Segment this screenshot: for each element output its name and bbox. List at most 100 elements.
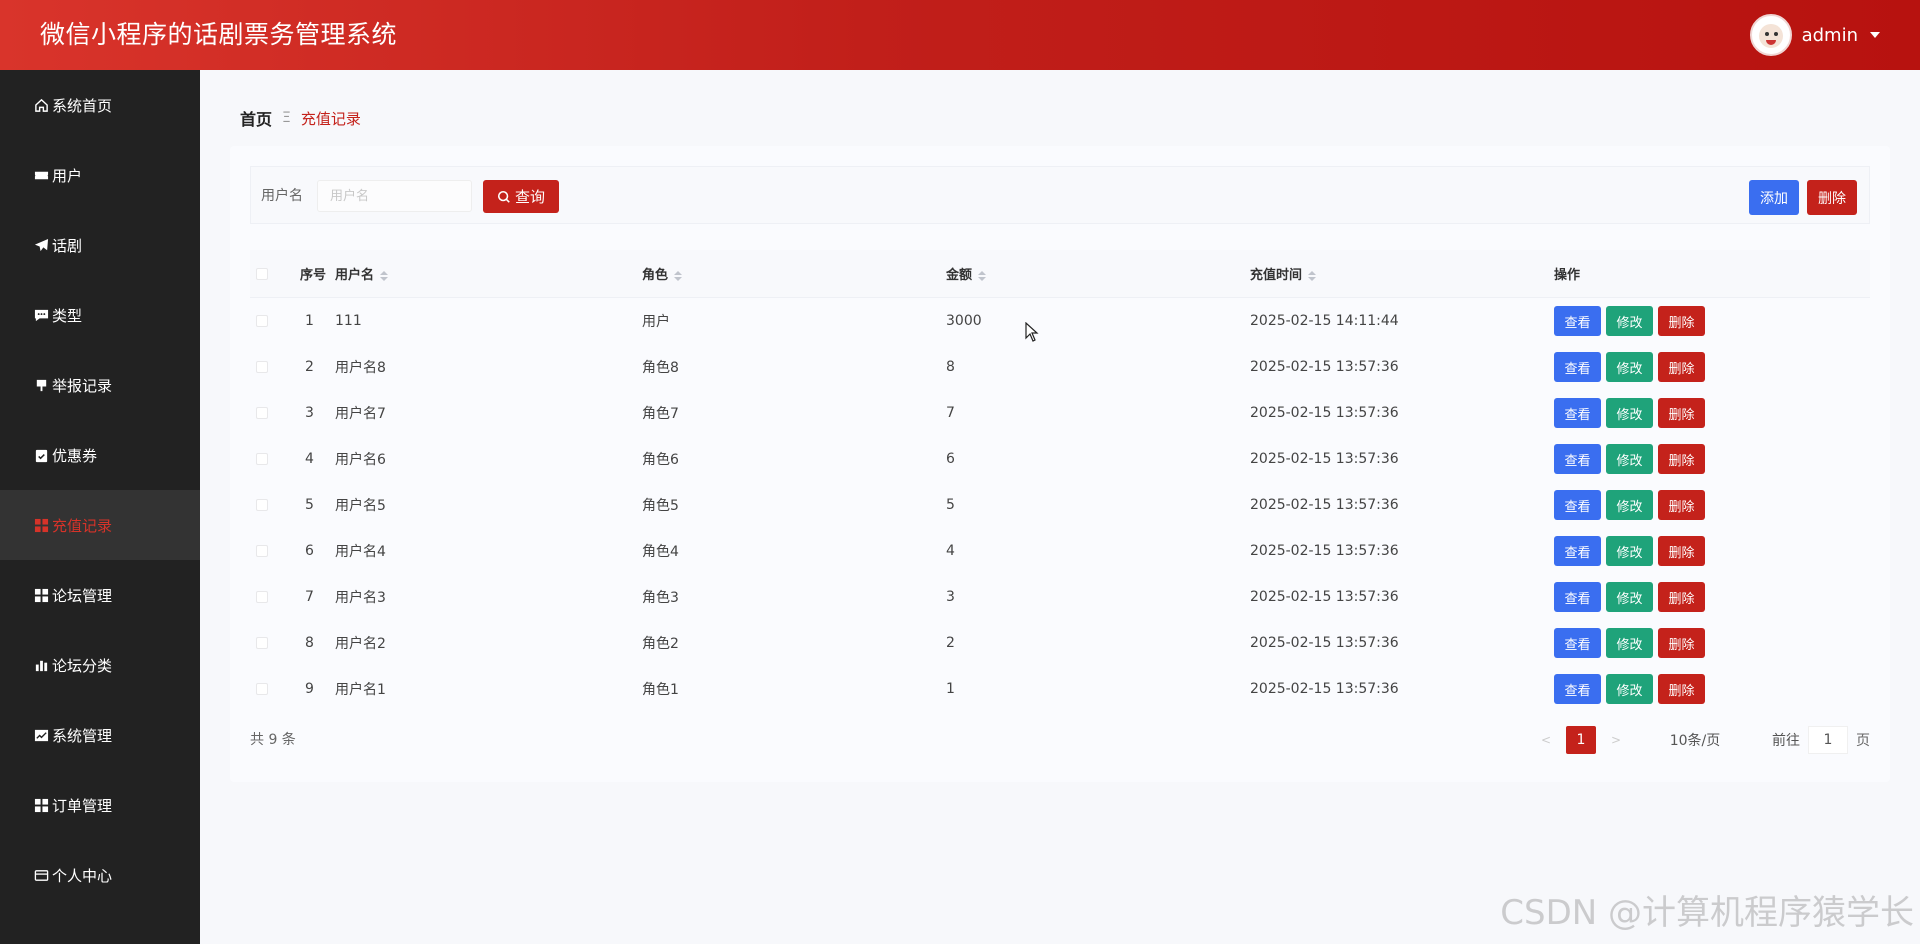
delete-button[interactable]: 删除 — [1658, 490, 1705, 520]
search-bar: 用户名 查询 添加 删除 — [250, 166, 1870, 224]
row-amount: 3000 — [946, 313, 982, 329]
recharge-table: 序号 用户名 角色 金额 充值时间 操作 1 111 用户 3000 2025-… — [250, 250, 1870, 712]
delete-button[interactable]: 删除 — [1658, 628, 1705, 658]
table-row: 1 111 用户 3000 2025-02-15 14:11:44 查看 修改 … — [250, 298, 1870, 344]
delete-button[interactable]: 删除 — [1658, 582, 1705, 612]
goto-suffix: 页 — [1856, 733, 1870, 749]
row-checkbox[interactable] — [256, 637, 268, 649]
add-button[interactable]: 添加 — [1749, 180, 1799, 215]
search-icon — [497, 190, 510, 203]
row-checkbox[interactable] — [256, 407, 268, 419]
username-search-input[interactable] — [317, 180, 472, 212]
select-all-checkbox[interactable] — [256, 267, 268, 280]
edit-button[interactable]: 修改 — [1606, 582, 1653, 612]
breadcrumb-separator: Ξ — [282, 110, 291, 126]
sidebar-item-drama[interactable]: 话剧 — [0, 210, 200, 280]
mouse-cursor-icon — [1025, 322, 1039, 342]
ticket-icon — [33, 167, 49, 183]
row-checkbox[interactable] — [256, 315, 268, 327]
table-row: 2 用户名8 角色8 8 2025-02-15 13:57:36 查看 修改 删… — [250, 344, 1870, 390]
table-row: 7 用户名3 角色3 3 2025-02-15 13:57:36 查看 修改 删… — [250, 574, 1870, 620]
row-checkbox[interactable] — [256, 499, 268, 511]
header-username[interactable]: 用户名 — [335, 264, 642, 283]
row-time: 2025-02-15 13:57:36 — [1250, 589, 1399, 605]
edit-button[interactable]: 修改 — [1606, 306, 1653, 336]
delete-button[interactable]: 删除 — [1658, 398, 1705, 428]
view-button[interactable]: 查看 — [1554, 444, 1601, 474]
sidebar-item-home[interactable]: 系统首页 — [0, 70, 200, 140]
sidebar-item-label: 充值记录 — [52, 516, 113, 535]
delete-button[interactable]: 删除 — [1658, 674, 1705, 704]
row-role: 用户 — [642, 314, 670, 330]
batch-delete-button[interactable]: 删除 — [1807, 180, 1857, 215]
delete-button[interactable]: 删除 — [1658, 352, 1705, 382]
sidebar-item-forum-category[interactable]: 论坛分类 — [0, 630, 200, 700]
delete-button[interactable]: 删除 — [1658, 536, 1705, 566]
user-name[interactable]: admin — [1802, 25, 1858, 46]
row-checkbox[interactable] — [256, 453, 268, 465]
row-index: 7 — [305, 589, 314, 605]
view-button[interactable]: 查看 — [1554, 352, 1601, 382]
row-checkbox[interactable] — [256, 361, 268, 373]
row-username: 用户名2 — [335, 636, 386, 652]
sidebar-item-coupon[interactable]: 优惠券 — [0, 420, 200, 490]
view-button[interactable]: 查看 — [1554, 398, 1601, 428]
row-time: 2025-02-15 13:57:36 — [1250, 359, 1399, 375]
sort-icon[interactable] — [380, 270, 389, 281]
view-button[interactable]: 查看 — [1554, 490, 1601, 520]
row-role: 角色2 — [642, 636, 679, 652]
sidebar-item-type[interactable]: 类型 — [0, 280, 200, 350]
caret-down-icon[interactable] — [1870, 32, 1880, 38]
row-actions: 查看 修改 删除 — [1554, 444, 1864, 474]
user-menu[interactable]: admin — [1749, 13, 1880, 57]
sidebar-item-report[interactable]: 举报记录 — [0, 350, 200, 420]
breadcrumb-home[interactable]: 首页 — [240, 106, 272, 130]
sort-icon[interactable] — [978, 270, 987, 281]
view-button[interactable]: 查看 — [1554, 628, 1601, 658]
header-time[interactable]: 充值时间 — [1250, 264, 1554, 283]
app-title: 微信小程序的话剧票务管理系统 — [40, 20, 398, 49]
sidebar-item-system[interactable]: 系统管理 — [0, 700, 200, 770]
sidebar-item-profile[interactable]: 个人中心 — [0, 840, 200, 910]
header-role[interactable]: 角色 — [642, 264, 946, 283]
main-panel: 用户名 查询 添加 删除 序号 用户名 角色 金额 充值时间 操作 1 111 … — [230, 146, 1890, 782]
view-button[interactable]: 查看 — [1554, 536, 1601, 566]
sidebar-item-forum[interactable]: 论坛管理 — [0, 560, 200, 630]
view-button[interactable]: 查看 — [1554, 674, 1601, 704]
edit-button[interactable]: 修改 — [1606, 352, 1653, 382]
row-checkbox[interactable] — [256, 591, 268, 603]
sidebar-item-recharge[interactable]: 充值记录 — [0, 490, 200, 560]
row-checkbox[interactable] — [256, 545, 268, 557]
card-icon — [33, 867, 49, 883]
sidebar-item-label: 个人中心 — [52, 866, 113, 885]
row-amount: 3 — [946, 589, 955, 605]
sidebar-item-orders[interactable]: 订单管理 — [0, 770, 200, 840]
edit-button[interactable]: 修改 — [1606, 444, 1653, 474]
edit-button[interactable]: 修改 — [1606, 628, 1653, 658]
sidebar-item-label: 论坛管理 — [52, 586, 113, 605]
next-page-icon[interactable]: > — [1606, 733, 1626, 747]
header-amount[interactable]: 金额 — [946, 264, 1250, 283]
table-row: 8 用户名2 角色2 2 2025-02-15 13:57:36 查看 修改 删… — [250, 620, 1870, 666]
delete-button[interactable]: 删除 — [1658, 444, 1705, 474]
row-time: 2025-02-15 13:57:36 — [1250, 543, 1399, 559]
edit-button[interactable]: 修改 — [1606, 674, 1653, 704]
page-number[interactable]: 1 — [1566, 726, 1596, 754]
row-checkbox[interactable] — [256, 683, 268, 695]
view-button[interactable]: 查看 — [1554, 306, 1601, 336]
avatar[interactable] — [1749, 14, 1792, 56]
sidebar-item-users[interactable]: 用户 — [0, 140, 200, 210]
edit-button[interactable]: 修改 — [1606, 490, 1653, 520]
row-username: 用户名3 — [335, 590, 386, 606]
goto-page-input[interactable] — [1808, 726, 1848, 754]
prev-page-icon[interactable]: < — [1536, 733, 1556, 747]
query-button[interactable]: 查询 — [483, 180, 559, 213]
sidebar-item-label: 系统管理 — [52, 726, 113, 745]
edit-button[interactable]: 修改 — [1606, 398, 1653, 428]
edit-button[interactable]: 修改 — [1606, 536, 1653, 566]
sort-icon[interactable] — [1308, 270, 1317, 281]
sort-icon[interactable] — [674, 270, 683, 281]
delete-button[interactable]: 删除 — [1658, 306, 1705, 336]
page-size-select[interactable]: 10条/页 — [1650, 730, 1740, 750]
view-button[interactable]: 查看 — [1554, 582, 1601, 612]
